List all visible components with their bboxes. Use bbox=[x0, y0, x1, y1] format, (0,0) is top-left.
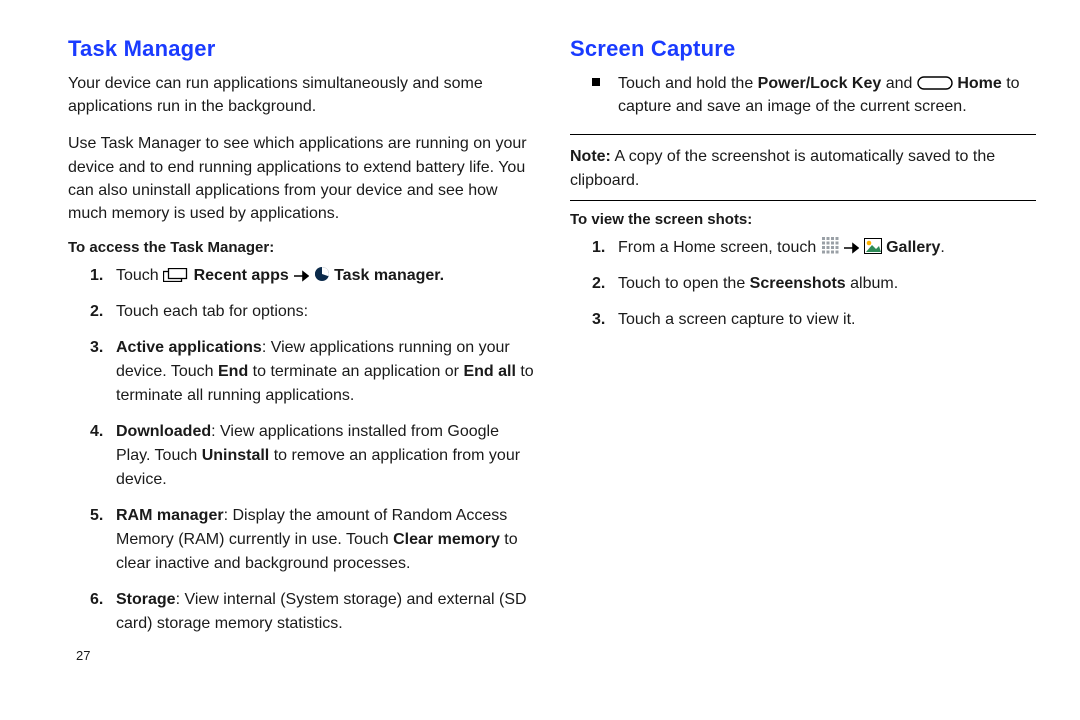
step-bold: Storage bbox=[116, 591, 176, 608]
rule-top bbox=[570, 134, 1036, 135]
step-bold: RAM manager bbox=[116, 507, 224, 524]
recent-apps-icon bbox=[163, 268, 189, 282]
page-number: 27 bbox=[68, 648, 534, 663]
note-label: Note: bbox=[570, 148, 611, 165]
screen-capture-title: Screen Capture bbox=[570, 36, 1036, 62]
step-3: Touch a screen capture to view it. bbox=[570, 308, 1036, 332]
bullet-1: Touch and hold the Power/Lock Key and Ho… bbox=[570, 72, 1036, 118]
step-text: : View internal (System storage) and ext… bbox=[116, 591, 527, 632]
bullet-bold: Home bbox=[957, 75, 1001, 92]
step-text: From a Home screen, touch bbox=[618, 239, 821, 256]
step-4: Downloaded: View applications installed … bbox=[68, 420, 534, 492]
apps-grid-icon bbox=[821, 236, 839, 254]
left-column: Task Manager Your device can run applica… bbox=[68, 36, 562, 700]
step-bold: Recent apps bbox=[194, 267, 294, 284]
step-text: Touch to open the bbox=[618, 275, 750, 292]
task-manager-subhead: To access the Task Manager: bbox=[68, 239, 534, 256]
step-text: Touch bbox=[116, 267, 163, 284]
task-manager-steps: Touch Recent apps Task manager. Touch ea… bbox=[68, 264, 534, 636]
task-manager-intro-1: Your device can run applications simulta… bbox=[68, 72, 534, 118]
step-6: Storage: View internal (System storage) … bbox=[68, 588, 534, 636]
step-bold: Gallery bbox=[886, 239, 940, 256]
step-bold: Uninstall bbox=[202, 447, 270, 464]
step-2: Touch to open the Screenshots album. bbox=[570, 272, 1036, 296]
step-bold: Active applications bbox=[116, 339, 262, 356]
step-bold: Screenshots bbox=[750, 275, 846, 292]
step-text: . bbox=[940, 239, 944, 256]
rule-bottom bbox=[570, 200, 1036, 201]
right-column: Screen Capture Touch and hold the Power/… bbox=[562, 36, 1036, 700]
step-3: Active applications: View applications r… bbox=[68, 336, 534, 408]
screen-capture-bullet: Touch and hold the Power/Lock Key and Ho… bbox=[570, 72, 1036, 118]
step-bold: Clear memory bbox=[393, 531, 500, 548]
step-text: to terminate an application or bbox=[248, 363, 463, 380]
step-text: album. bbox=[846, 275, 898, 292]
step-bold: Downloaded bbox=[116, 423, 211, 440]
pie-icon bbox=[314, 266, 330, 282]
view-shots-steps: From a Home screen, touch bbox=[570, 236, 1036, 332]
step-5: RAM manager: Display the amount of Rando… bbox=[68, 504, 534, 576]
note-text: A copy of the screenshot is automaticall… bbox=[570, 148, 995, 188]
task-manager-title: Task Manager bbox=[68, 36, 534, 62]
task-manager-intro-2: Use Task Manager to see which applicatio… bbox=[68, 132, 534, 225]
view-shots-subhead: To view the screen shots: bbox=[570, 211, 1036, 228]
bullet-text: and bbox=[881, 75, 917, 92]
note: Note: A copy of the screenshot is automa… bbox=[570, 145, 1036, 191]
arrow-icon bbox=[843, 242, 859, 254]
step-2: Touch each tab for options: bbox=[68, 300, 534, 324]
step-1: From a Home screen, touch bbox=[570, 236, 1036, 260]
step-bold: Task manager. bbox=[334, 267, 444, 284]
gallery-icon bbox=[864, 238, 882, 254]
step-bold: End all bbox=[463, 363, 515, 380]
bullet-text: Touch and hold the bbox=[618, 75, 758, 92]
bullet-bold: Power/Lock Key bbox=[758, 75, 882, 92]
manual-page: Task Manager Your device can run applica… bbox=[0, 0, 1080, 720]
step-1: Touch Recent apps Task manager. bbox=[68, 264, 534, 288]
step-bold: End bbox=[218, 363, 248, 380]
arrow-icon bbox=[293, 270, 309, 282]
home-key-icon bbox=[917, 76, 953, 90]
